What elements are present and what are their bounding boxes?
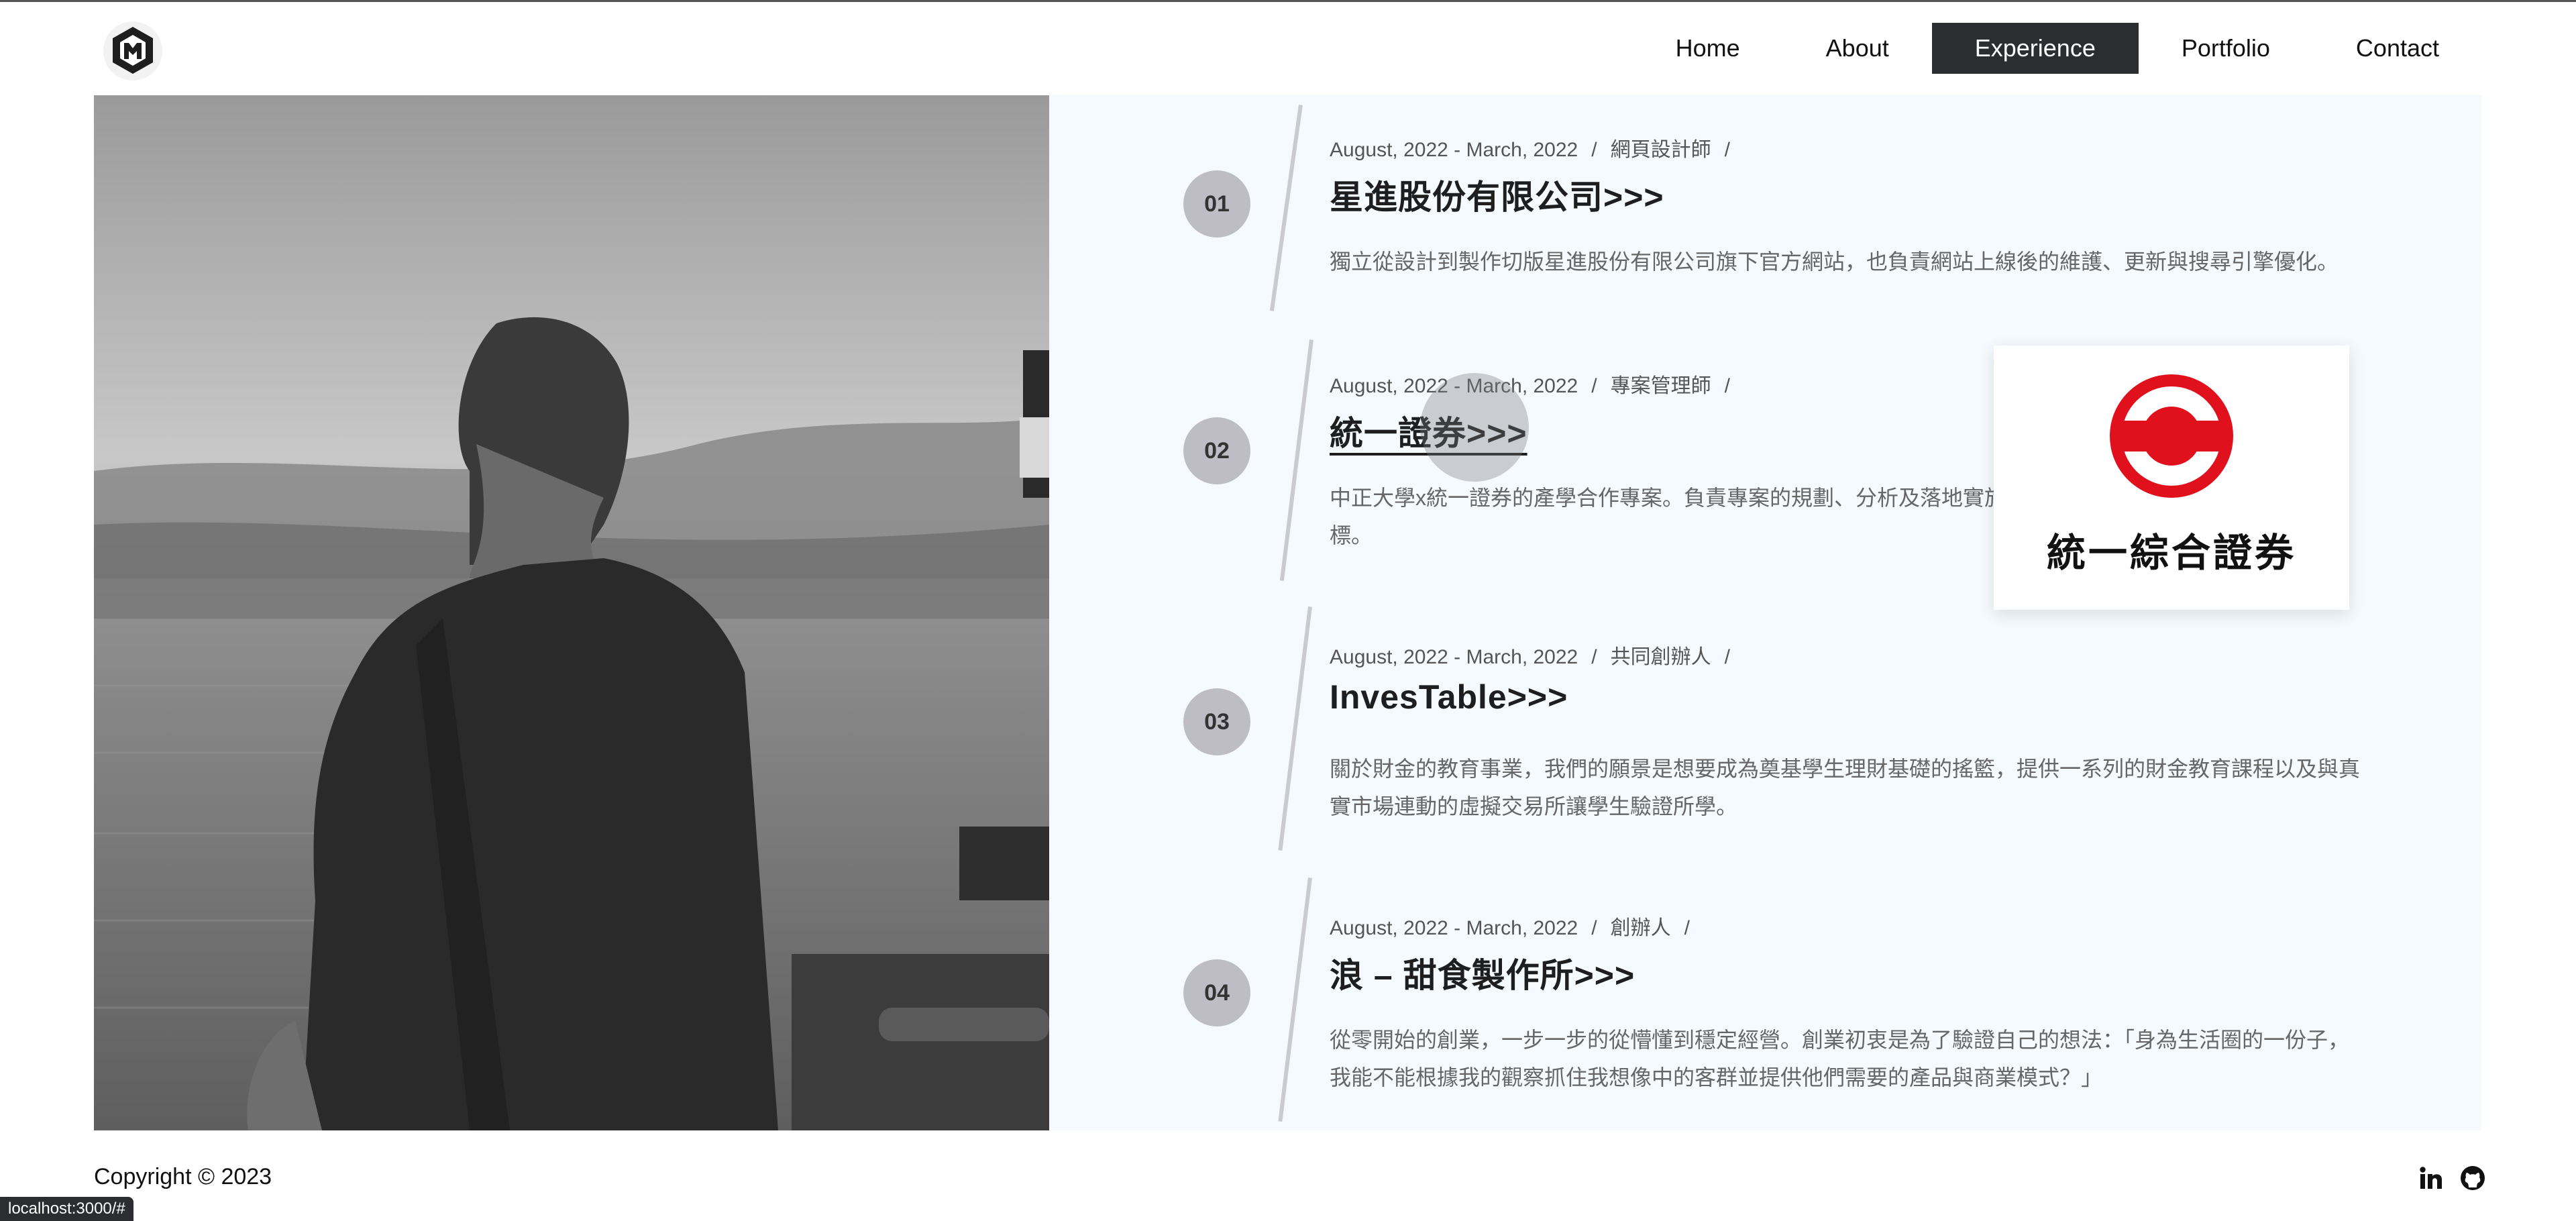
experience-description: 關於財金的教育事業，我們的願景是想要成為奠基學生理財基礎的搖籃，提供一系列的財金… xyxy=(1330,757,2361,818)
experience-description: 獨立從設計到製作切版星進股份有限公司旗下官方網站，也負責網站上線後的維護、更新與… xyxy=(1330,250,2339,274)
experience-date: August, 2022 - March, 2022 xyxy=(1330,375,1578,397)
timeline-line xyxy=(1278,606,1312,851)
experience-date: August, 2022 - March, 2022 xyxy=(1330,139,1578,161)
nav-home[interactable]: Home xyxy=(1633,23,1783,74)
nav-portfolio[interactable]: Portfolio xyxy=(2139,23,2313,74)
profile-photo xyxy=(94,95,1049,1130)
nav-contact[interactable]: Contact xyxy=(2313,23,2482,74)
experience-description: 從零開始的創業，一步一步的從懵懂到穩定經營。創業初衷是為了驗證自己的想法：「身為… xyxy=(1330,1028,2350,1090)
experience-meta: August, 2022 - March, 2022/專案管理師 / xyxy=(1330,375,1730,397)
timeline-line xyxy=(1278,878,1312,1122)
nav-experience[interactable]: Experience xyxy=(1931,23,2139,74)
experience-panel: 01 August, 2022 - March, 2022/網頁設計師 / 星進股… xyxy=(1049,95,2481,1130)
linkedin-icon[interactable] xyxy=(2418,1165,2445,1191)
experience-role: 網頁設計師 xyxy=(1610,139,1711,161)
top-border xyxy=(0,0,2576,2)
timeline-line xyxy=(1269,105,1303,311)
experience-number: 02 xyxy=(1183,417,1250,484)
experience-title-link[interactable]: 浪 – 甜食製作所>>> xyxy=(1330,949,1635,997)
experience-meta: August, 2022 - March, 2022/創辦人 / xyxy=(1330,917,1690,939)
experience-title-link[interactable]: 統一證券>>> xyxy=(1330,407,1527,455)
github-icon[interactable] xyxy=(2459,1165,2486,1191)
experience-title-link[interactable]: InvesTable>>> xyxy=(1330,678,1568,716)
company-preview-card: 統一綜合證券 xyxy=(1994,346,2349,610)
experience-title-link[interactable]: 星進股份有限公司>>> xyxy=(1330,170,1664,219)
experience-number: 01 xyxy=(1183,170,1250,237)
site-logo[interactable] xyxy=(102,20,164,82)
experience-role: 專案管理師 xyxy=(1610,375,1711,397)
browser-status-url: localhost:3000/# xyxy=(0,1197,133,1221)
experience-role: 共同創辦人 xyxy=(1610,646,1711,668)
experience-number: 04 xyxy=(1183,959,1250,1026)
experience-number: 03 xyxy=(1183,688,1250,755)
experience-date: August, 2022 - March, 2022 xyxy=(1330,646,1578,668)
experience-item: 04 August, 2022 - March, 2022/創辦人 / 浪 – 甜… xyxy=(1049,878,2481,1130)
experience-meta: August, 2022 - March, 2022/共同創辦人 / xyxy=(1330,646,1730,668)
experience-role: 創辦人 xyxy=(1610,917,1671,939)
main-nav: Home About Experience Portfolio Contact xyxy=(1633,23,2482,74)
nav-about[interactable]: About xyxy=(1783,23,1932,74)
experience-date: August, 2022 - March, 2022 xyxy=(1330,917,1578,939)
copyright-text: Copyright © 2023 xyxy=(94,1164,272,1189)
timeline-line xyxy=(1279,339,1313,582)
experience-item: 01 August, 2022 - March, 2022/網頁設計師 / 星進股… xyxy=(1049,95,2481,331)
experience-meta: August, 2022 - March, 2022/網頁設計師 / xyxy=(1330,139,1730,161)
experience-item: 03 August, 2022 - March, 2022/共同創辦人 / Inv… xyxy=(1049,606,2481,875)
company-brand-text: 統一綜合證券 xyxy=(2046,531,2296,575)
